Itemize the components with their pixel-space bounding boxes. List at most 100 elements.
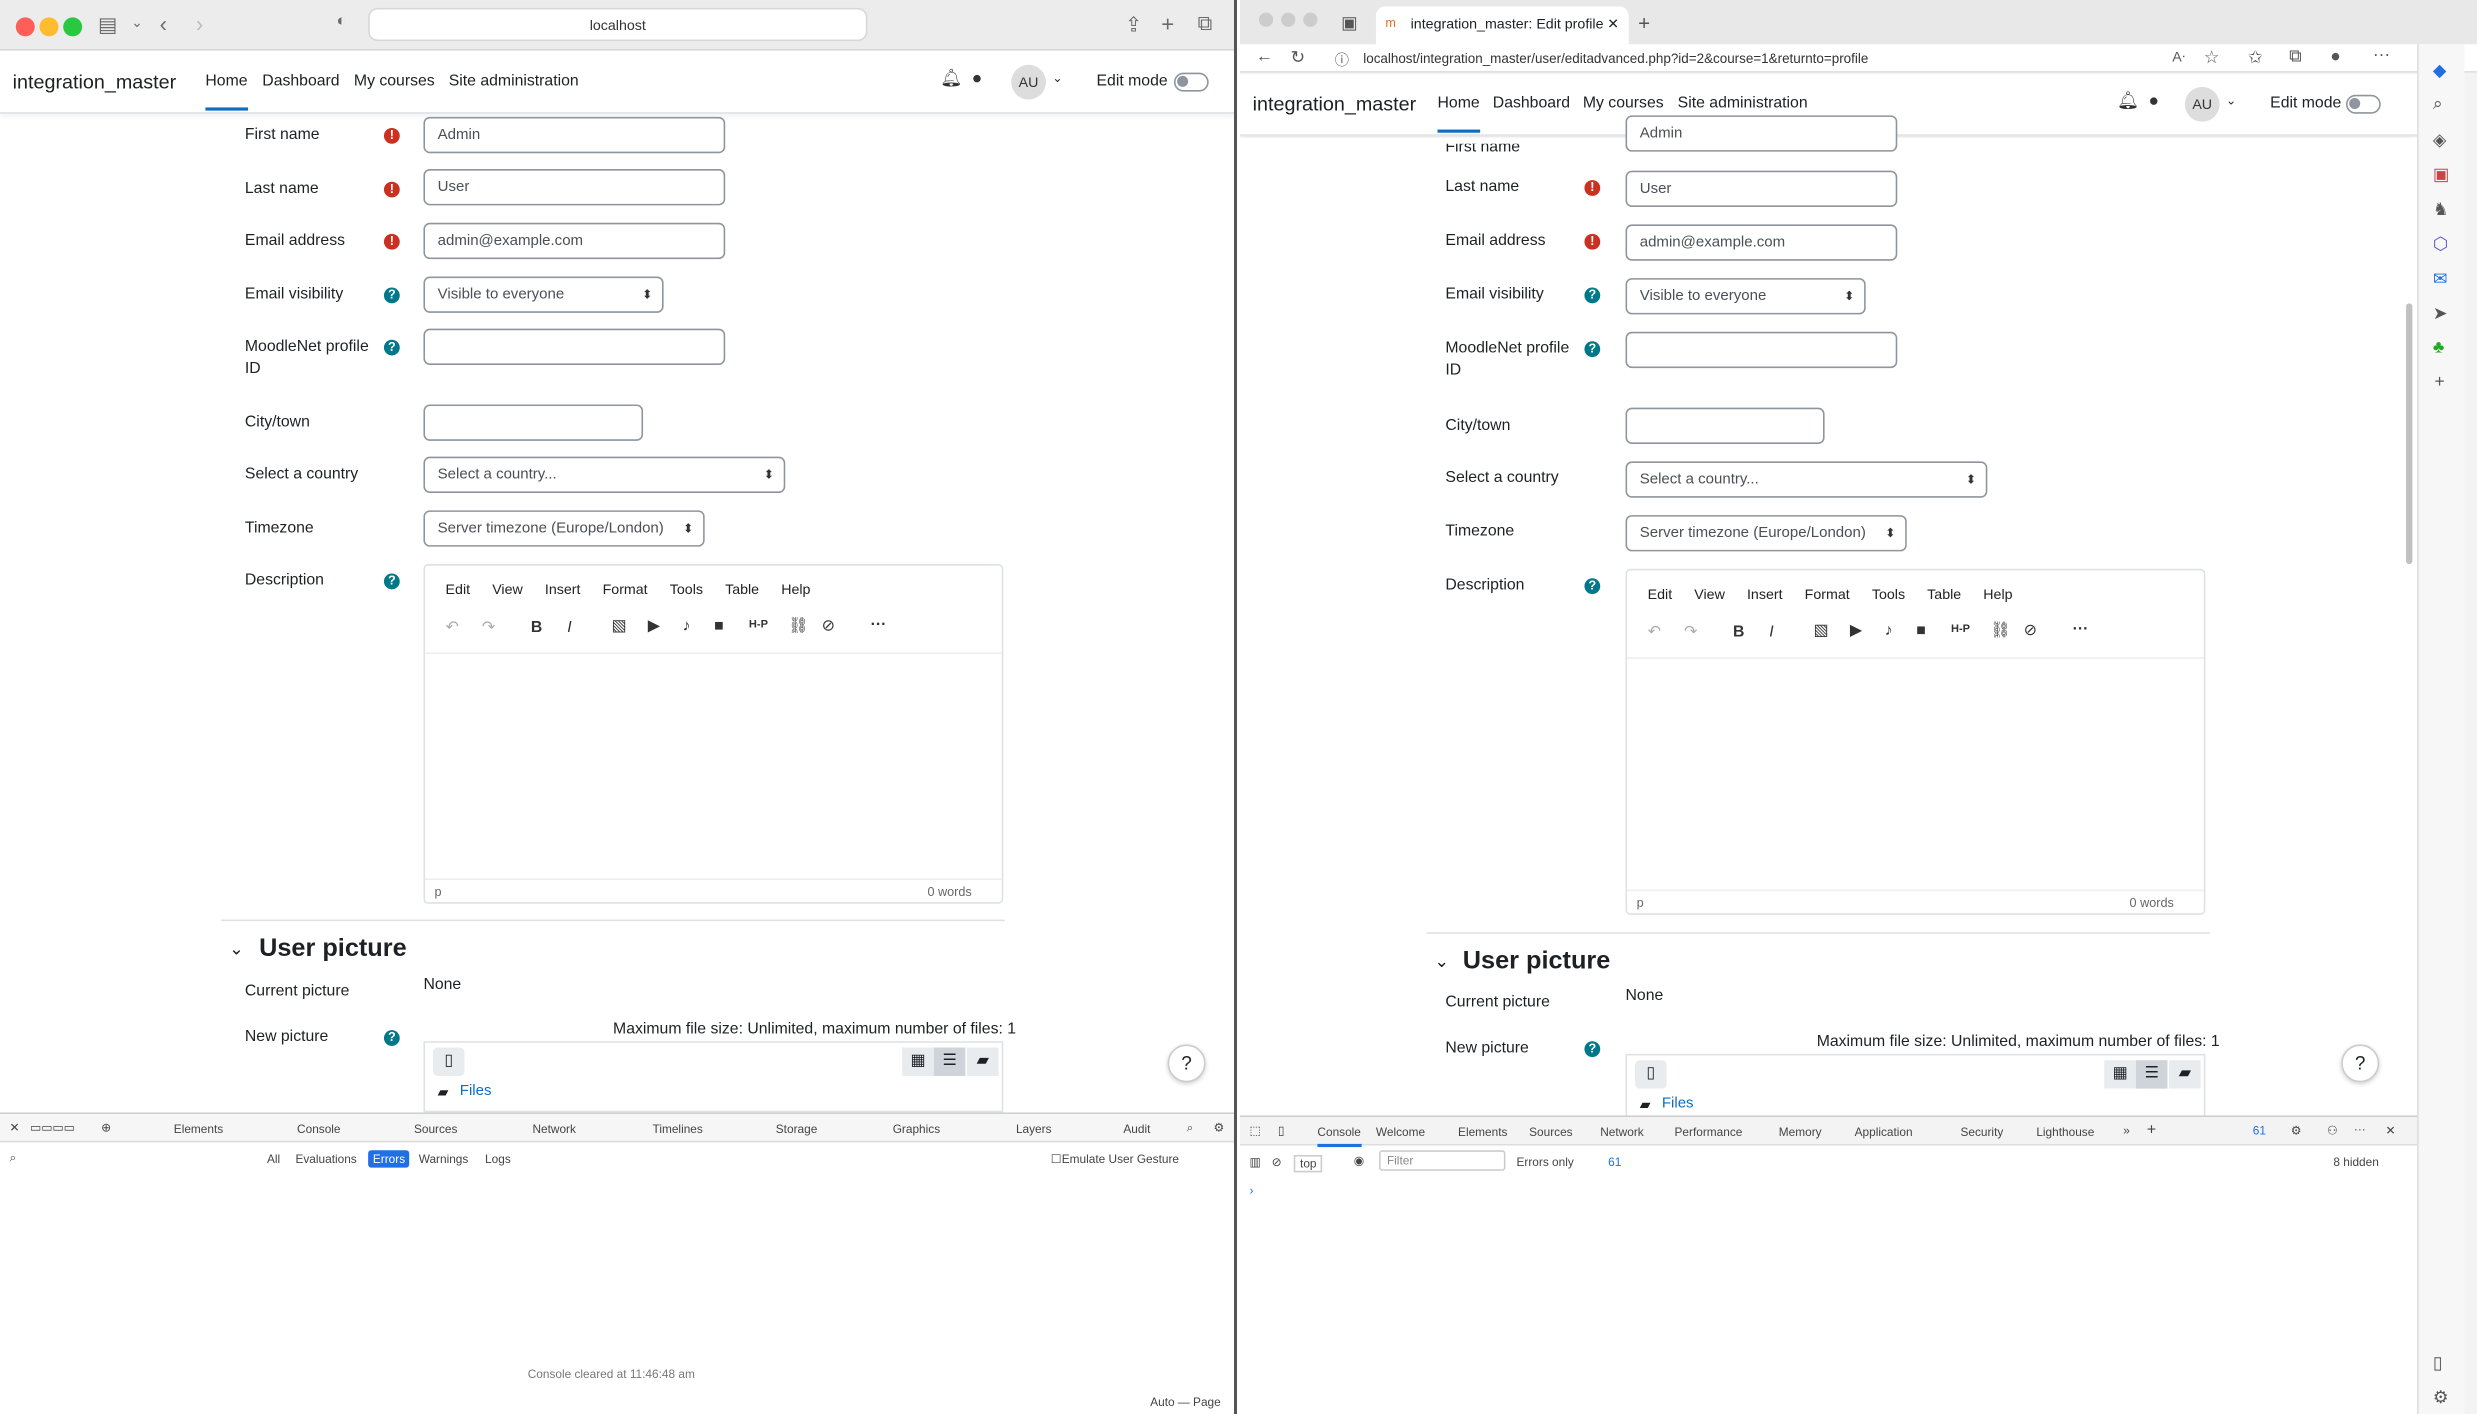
tab-console[interactable]: Console — [297, 1122, 340, 1136]
files-folder-link[interactable]: Files — [460, 1082, 492, 1099]
editor-menu-table[interactable]: Table — [1927, 586, 1961, 602]
emulate-checkbox[interactable]: ☐ — [1051, 1152, 1062, 1166]
notifications-bell-icon[interactable]: 🔔︎ — [940, 70, 962, 88]
minimize-window-button[interactable] — [39, 17, 59, 37]
site-brand[interactable]: integration_master — [1253, 93, 1417, 115]
filter-errors[interactable]: Errors — [368, 1150, 410, 1168]
nav-home[interactable]: Home — [205, 73, 248, 111]
nav-my-courses[interactable]: My courses — [1583, 95, 1664, 112]
undo-icon[interactable]: ↶ — [1648, 624, 1661, 641]
inspect-icon[interactable]: ⬚ — [1249, 1123, 1260, 1137]
tab-network[interactable]: Network — [532, 1122, 575, 1136]
search-icon[interactable]: ⌕ — [1187, 1120, 1194, 1136]
editor-menu-help[interactable]: Help — [1983, 586, 2012, 602]
user-picture-heading[interactable]: User picture — [1463, 948, 1611, 976]
editor-menu-insert[interactable]: Insert — [1747, 586, 1783, 602]
city-input[interactable] — [423, 404, 644, 441]
tab-memory[interactable]: Memory — [1779, 1125, 1822, 1139]
nav-site-administration[interactable]: Site administration — [449, 73, 579, 90]
bold-icon[interactable]: B — [531, 619, 542, 636]
refresh-icon[interactable]: ↻ — [1291, 47, 1306, 68]
tabs-overview-icon[interactable]: ⧉ — [1198, 13, 1213, 34]
email-visibility-select[interactable]: Visible to everyone — [423, 276, 664, 313]
tab-timelines[interactable]: Timelines — [653, 1122, 703, 1136]
close-tab-icon[interactable]: ✕ — [1607, 6, 1619, 41]
tab-elements[interactable]: Elements — [1458, 1125, 1507, 1139]
tab-graphics[interactable]: Graphics — [893, 1122, 940, 1136]
editor-menu-edit[interactable]: Edit — [446, 581, 471, 597]
tab-sources[interactable]: Sources — [1529, 1125, 1572, 1139]
filter-evaluations[interactable]: Evaluations — [295, 1152, 356, 1166]
tab-performance[interactable]: Performance — [1675, 1125, 1743, 1139]
moodlenet-input[interactable] — [1625, 331, 1898, 369]
list-view-icon[interactable]: ☰ — [2135, 1060, 2168, 1089]
last-name-input[interactable]: User — [423, 169, 726, 206]
back-icon[interactable]: ‹ — [160, 13, 167, 35]
user-menu-chevron-icon[interactable]: ⌄ — [1052, 72, 1063, 86]
edit-mode-toggle[interactable] — [2346, 94, 2381, 114]
collections-icon[interactable]: ⧉ — [2289, 47, 2301, 68]
italic-icon[interactable]: I — [1769, 624, 1773, 641]
media-icon[interactable]: ▶ — [648, 618, 660, 635]
log-level-select[interactable]: Errors only — [1517, 1155, 1574, 1169]
user-menu-chevron-icon[interactable]: ⌄ — [2226, 94, 2237, 108]
more-icon[interactable]: ··· — [2073, 621, 2089, 638]
unlink-icon[interactable]: ⊘ — [822, 618, 835, 635]
last-name-input[interactable]: User — [1625, 170, 1898, 207]
sidebar-icon[interactable]: ▤ — [98, 14, 117, 35]
close-inspector-icon[interactable]: ✕ — [9, 1120, 19, 1134]
help-icon[interactable]: ? — [1584, 578, 1601, 595]
tab-lighthouse[interactable]: Lighthouse — [2036, 1125, 2094, 1139]
tab-layers[interactable]: Layers — [1016, 1122, 1052, 1136]
help-icon[interactable]: ? — [1584, 341, 1601, 358]
tree-view-icon[interactable]: ▰ — [2169, 1060, 2201, 1089]
user-avatar[interactable]: AU — [2184, 86, 2220, 122]
close-window-button[interactable] — [15, 17, 35, 37]
tree-view-icon[interactable]: ▰ — [966, 1047, 999, 1076]
close-window-button[interactable] — [1258, 12, 1274, 27]
shopping-icon[interactable]: ◈ — [2433, 130, 2446, 150]
tab-elements[interactable]: Elements — [174, 1122, 223, 1136]
editor-menu-format[interactable]: Format — [1805, 586, 1850, 602]
tab-network[interactable]: Network — [1600, 1125, 1643, 1139]
video-camera-icon[interactable]: ■ — [1916, 623, 1926, 640]
help-icon[interactable]: ? — [383, 1030, 400, 1046]
favorite-star-icon[interactable]: ☆ — [2204, 47, 2220, 68]
description-editor[interactable]: Edit View Insert Format Tools Table Help… — [1625, 568, 2206, 915]
favorites-icon[interactable]: ✩ — [2248, 47, 2263, 68]
redo-icon[interactable]: ↷ — [1684, 624, 1697, 641]
filter-search-icon[interactable]: ⌕ — [9, 1150, 16, 1166]
tree-icon[interactable]: ♣ — [2433, 338, 2444, 357]
editor-menu-insert[interactable]: Insert — [545, 581, 581, 597]
page-help-button[interactable]: ? — [2341, 1044, 2380, 1083]
email-input[interactable]: admin@example.com — [423, 222, 726, 260]
tab-sources[interactable]: Sources — [414, 1122, 457, 1136]
editor-menu-table[interactable]: Table — [725, 581, 759, 597]
editor-menu-edit[interactable]: Edit — [1648, 586, 1673, 602]
zoom-window-button[interactable] — [1303, 12, 1318, 27]
nav-dashboard[interactable]: Dashboard — [262, 73, 339, 90]
back-icon[interactable]: ← — [1256, 47, 1273, 66]
add-file-icon[interactable]: ▯ — [1635, 1060, 1667, 1089]
new-tab-icon[interactable]: + — [1161, 13, 1174, 35]
bold-icon[interactable]: B — [1733, 624, 1744, 641]
unlink-icon[interactable]: ⊘ — [2024, 623, 2037, 640]
help-icon[interactable]: ? — [383, 573, 400, 590]
dock-icon[interactable]: ▭▭▭▭ — [30, 1120, 75, 1134]
nav-dashboard[interactable]: Dashboard — [1493, 95, 1570, 112]
copilot-icon[interactable]: ◆ — [2433, 60, 2446, 81]
help-icon[interactable]: ? — [1584, 1041, 1601, 1058]
grid-view-icon[interactable]: ▦ — [902, 1047, 934, 1076]
devtools-more-icon[interactable]: ··· — [2354, 1122, 2366, 1136]
edit-mode-toggle[interactable] — [1173, 72, 1209, 92]
link-icon[interactable]: ⛓ — [788, 618, 808, 635]
editor-menu-help[interactable]: Help — [781, 581, 810, 597]
issues-badge[interactable]: 61 — [2253, 1123, 2266, 1137]
description-editor[interactable]: Edit View Insert Format Tools Table Help… — [423, 564, 1004, 904]
sidebar-settings-icon[interactable]: ⚙ — [2433, 1387, 2449, 1408]
address-bar[interactable]: localhost/integration_master/user/editad… — [1363, 51, 1868, 67]
editor-menu-tools[interactable]: Tools — [670, 581, 703, 597]
help-icon[interactable]: ? — [1584, 287, 1601, 304]
tools-icon[interactable]: ▣ — [2433, 164, 2449, 185]
chevron-down-icon[interactable]: ⌄ — [131, 15, 143, 30]
